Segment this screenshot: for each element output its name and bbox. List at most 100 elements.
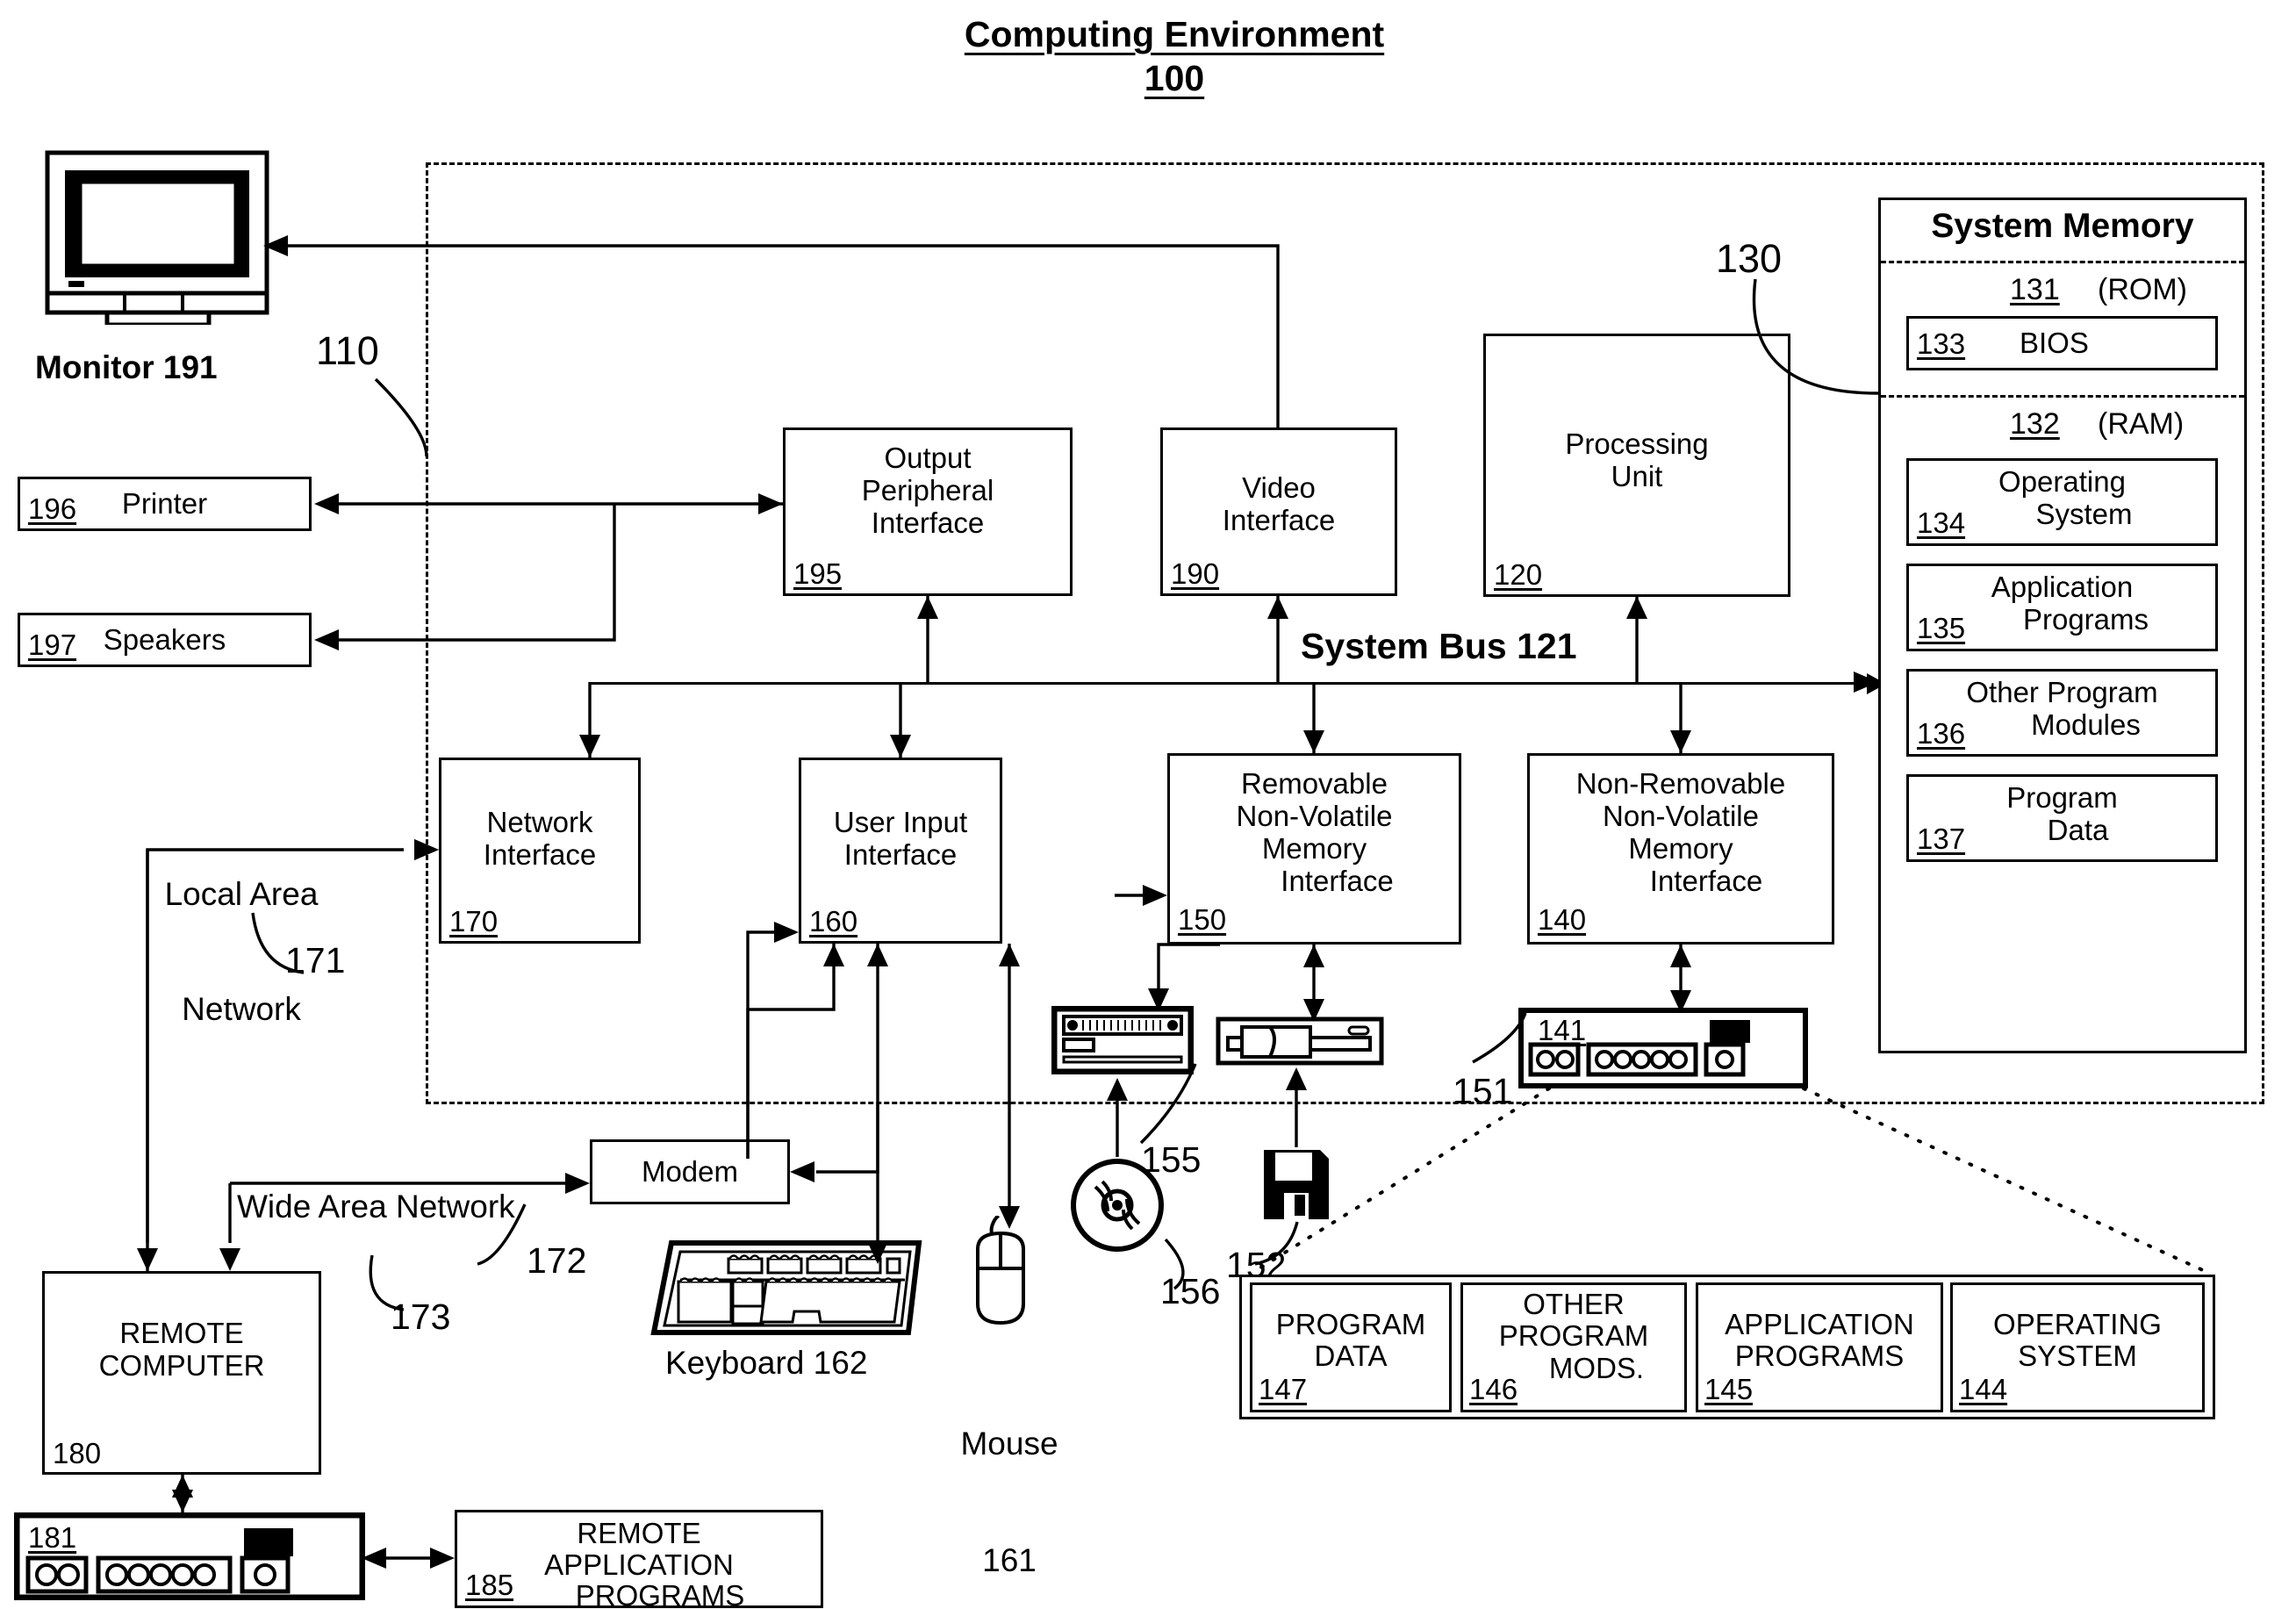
rom-ref: 131 [2010, 273, 2060, 306]
arrowhead-remote-computer-lan [137, 1248, 158, 1271]
label-line: REMOTE [577, 1517, 701, 1549]
mouse-icon [965, 1214, 1053, 1352]
system-memory-divider-ram [1881, 395, 2244, 398]
callout-171: 171 [285, 940, 346, 980]
program-data-ref: 137 [1917, 822, 1966, 855]
label-line: OPERATING [1993, 1308, 2162, 1340]
remote-computer-box: REMOTE COMPUTER 180 [42, 1271, 321, 1475]
processing-unit-label: Processing Unit [1486, 427, 1788, 493]
storage-detail-operating-system-label: OPERATING SYSTEM [1953, 1308, 2202, 1373]
application-programs-ref: 135 [1917, 612, 1966, 644]
keyboard-icon [645, 1227, 926, 1346]
label-line: Memory [1261, 831, 1367, 865]
label-line: APPLICATION [1725, 1308, 1914, 1340]
printer-ref: 196 [28, 492, 77, 525]
cdrom-drive-svg [1051, 1005, 1195, 1075]
removable-memory-interface-ref: 150 [1178, 903, 1227, 936]
operating-system-box: Operating System 134 [1906, 458, 2218, 546]
network-interface-ref: 170 [449, 905, 499, 937]
mouse-svg [976, 1214, 1025, 1325]
arrowhead-remote-apps-left [362, 1548, 386, 1569]
storage-detail-cell-operating-system: OPERATING SYSTEM 144 [1950, 1282, 2205, 1412]
label-line: OTHER [1523, 1288, 1625, 1320]
arrowhead-printer [314, 493, 339, 514]
label-line: Non-Removable [1575, 767, 1786, 800]
non-removable-memory-interface-label: Non-Removable Non-Volatile Memory Interf… [1530, 767, 1832, 898]
label-line: Interface [843, 837, 958, 871]
non-removable-nonvolatile-memory-interface-box: Non-Removable Non-Volatile Memory Interf… [1527, 753, 1834, 945]
arrowhead-remote-apps-right [430, 1548, 455, 1569]
remote-application-programs-ref: 185 [465, 1568, 514, 1601]
label-line: Video [1242, 471, 1316, 504]
lan-label-line: Network [182, 991, 301, 1028]
storage-detail-other-program-mods-ref: 146 [1469, 1373, 1518, 1405]
remote-computer-ref: 180 [53, 1436, 102, 1469]
label-line: Interface [483, 837, 597, 871]
label-line: Data [2047, 813, 2109, 846]
bios-label: BIOS [2020, 327, 2089, 359]
bios-ref: 133 [1917, 327, 1966, 360]
label-line: Peripheral [861, 473, 994, 506]
system-bus-label: System Bus 121 [1301, 626, 1577, 666]
label-line: Interface [1222, 503, 1336, 536]
figure-title: Computing Environment [964, 14, 1385, 54]
keyboard-label: Keyboard 162 [665, 1345, 868, 1381]
ram-label: (RAM) [2098, 407, 2185, 441]
storage-detail-program-data-ref: 147 [1259, 1373, 1308, 1405]
video-interface-label: Video Interface [1163, 471, 1395, 537]
output-peripheral-interface-label: Output Peripheral Interface [786, 442, 1070, 540]
label-line: Processing [1565, 427, 1709, 460]
output-peripheral-interface-box: Output Peripheral Interface 195 [783, 427, 1073, 596]
label-line: PROGRAM [1275, 1308, 1426, 1340]
figure-canvas: Computing Environment 100 110 Monitor 19… [0, 0, 2296, 1609]
network-interface-label: Network Interface [441, 806, 638, 872]
label-line: Interface [1281, 864, 1394, 897]
label-line: Unit [1611, 459, 1663, 492]
user-input-interface-label: User Input Interface [801, 806, 1000, 872]
monitor-label: Monitor 191 [35, 349, 218, 385]
bios-box: 133 BIOS [1906, 316, 2218, 370]
label-line: Non-Volatile [1236, 799, 1393, 832]
speakers-ref: 197 [28, 629, 77, 661]
label-line: Other Program [1966, 676, 2158, 708]
label-line: COMPUTER [98, 1348, 265, 1382]
program-data-box: Program Data 137 [1906, 774, 2218, 862]
label-line: Interface [871, 506, 985, 539]
system-memory-title: System Memory [1931, 207, 2194, 245]
label-line: Interface [1649, 864, 1763, 897]
label-line: Non-Volatile [1603, 799, 1759, 832]
arrowhead-modem-left [565, 1173, 590, 1194]
label-line: Memory [1628, 831, 1733, 865]
remote-application-programs-box: REMOTE APPLICATION PROGRAMS 185 [455, 1510, 823, 1609]
callout-172: 172 [527, 1240, 587, 1281]
ram-ref: 132 [2010, 407, 2060, 441]
cd-disc-svg [1071, 1159, 1164, 1252]
floppy-disk-svg [1264, 1150, 1329, 1219]
floppy-drive-icon [1216, 1016, 1384, 1070]
storage-detail-cell-program-data: PROGRAM DATA 147 [1250, 1282, 1452, 1412]
lan-label-line: Local Area [164, 876, 319, 913]
label-line: Programs [2022, 602, 2149, 636]
keyboard-svg [650, 1240, 922, 1335]
storage-detail-application-programs-ref: 145 [1704, 1373, 1754, 1405]
storage-detail-cell-application-programs: APPLICATION PROGRAMS 145 [1696, 1282, 1943, 1412]
leader-110 [374, 377, 428, 457]
label-line: PROGRAMS [575, 1579, 745, 1609]
video-interface-box: Video Interface 190 [1160, 427, 1397, 596]
cd-disc-icon [1069, 1157, 1166, 1258]
printer-box: Printer 196 [18, 477, 312, 531]
cdrom-drive-icon [1051, 1005, 1195, 1079]
storage-detail-application-programs-label: APPLICATION PROGRAMS [1698, 1308, 1941, 1373]
mouse-label-line: Mouse [960, 1425, 1058, 1462]
removable-memory-interface-label: Removable Non-Volatile Memory Interface [1170, 767, 1459, 898]
label-line: PROGRAMS [1734, 1340, 1905, 1373]
operating-system-ref: 134 [1917, 506, 1966, 539]
video-interface-ref: 190 [1171, 557, 1220, 590]
label-line: Output [884, 442, 972, 474]
non-removable-memory-interface-ref: 140 [1538, 903, 1587, 936]
monitor-icon [44, 149, 281, 329]
label-line: MODS. [1548, 1351, 1645, 1384]
label-line: Network [486, 806, 593, 838]
label-line: Modules [2031, 708, 2141, 741]
speakers-box: Speakers 197 [18, 613, 312, 667]
